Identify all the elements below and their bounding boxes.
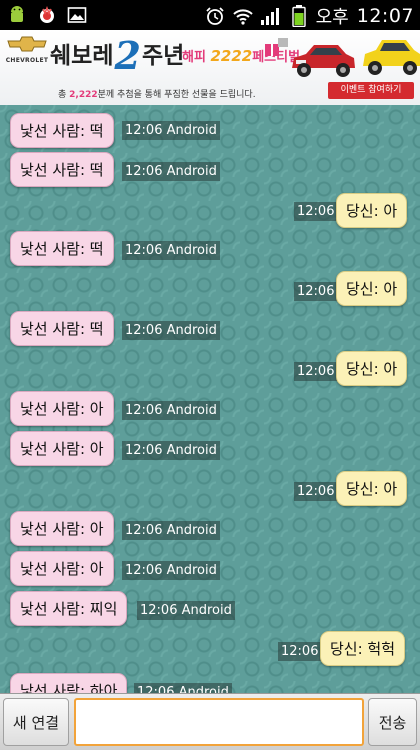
chat-message: 낯선 사람: 떡	[10, 152, 114, 187]
bowtie-icon	[7, 36, 47, 52]
incoming-bubble: 낯선 사람: 떡	[10, 311, 114, 346]
red-car-image	[292, 45, 355, 77]
app-notification-icon	[36, 4, 58, 26]
message-time: 12:06 Android	[122, 401, 220, 420]
chat-area[interactable]: 낯선 사람: 떡 12:06 Android 낯선 사람: 떡 12:06 An…	[0, 105, 420, 693]
chat-message: 낯선 사람: 하아	[10, 673, 128, 693]
message-time: 12:06 Android	[122, 561, 220, 580]
status-bar: 오후 12:07	[0, 0, 420, 30]
status-ampm: 오후	[315, 7, 349, 28]
incoming-bubble: 낯선 사람: 찌익	[10, 591, 128, 626]
ad-subtitle: 총 2,222분께 추첨을 통해 푸짐한 선물을 드립니다.	[58, 90, 256, 100]
message-time: 12:06 Android	[122, 121, 220, 140]
battery-icon	[288, 5, 310, 27]
input-bar: 새 연결 전송	[0, 693, 420, 750]
chat-message: 당신: 아	[336, 351, 408, 386]
image-icon	[66, 4, 88, 26]
chat-message: 낯선 사람: 찌익	[10, 591, 128, 626]
outgoing-bubble: 당신: 아	[336, 351, 408, 386]
chat-message: 낯선 사람: 아	[10, 511, 114, 546]
chevrolet-logo: CHEVROLET	[4, 36, 50, 64]
alarm-icon	[204, 5, 226, 27]
message-time: 12:06 Android	[134, 683, 232, 693]
incoming-bubble: 낯선 사람: 아	[10, 551, 114, 586]
ad-title-number: 2	[114, 33, 141, 78]
chat-message: 낯선 사람: 떡	[10, 113, 114, 148]
chat-message: 당신: 아	[336, 271, 408, 306]
message-time: 12:06	[278, 642, 322, 661]
outgoing-bubble: 당신: 아	[336, 271, 408, 306]
incoming-bubble: 낯선 사람: 아	[10, 431, 114, 466]
chat-message: 낯선 사람: 아	[10, 551, 114, 586]
incoming-bubble: 낯선 사람: 떡	[10, 113, 114, 148]
ad-title: 쉐보레2주년	[50, 33, 185, 78]
notification-icons	[6, 4, 88, 26]
message-time: 12:06	[294, 282, 338, 301]
message-time: 12:06	[294, 202, 338, 221]
message-time: 12:06 Android	[122, 162, 220, 181]
incoming-bubble: 낯선 사람: 아	[10, 391, 114, 426]
yellow-car-image	[363, 40, 420, 75]
message-input[interactable]	[74, 698, 364, 746]
android-debug-icon	[6, 4, 28, 26]
gift-icon	[265, 38, 288, 56]
incoming-bubble: 낯선 사람: 하아	[10, 673, 128, 693]
message-time: 12:06 Android	[122, 521, 220, 540]
chat-message: 당신: 헉헉	[320, 631, 406, 666]
incoming-bubble: 낯선 사람: 떡	[10, 152, 114, 187]
message-time: 12:06	[294, 482, 338, 501]
message-time: 12:06 Android	[137, 601, 235, 620]
message-time: 12:06 Android	[122, 321, 220, 340]
outgoing-bubble: 당신: 헉헉	[320, 631, 406, 666]
chat-message: 낯선 사람: 아	[10, 431, 114, 466]
status-time: 12:07	[356, 5, 414, 27]
ad-banner[interactable]: CHEVROLET 쉐보레2주년 해피 2222페스티벌 총 2,222분께 추…	[0, 30, 420, 105]
chat-message: 낯선 사람: 떡	[10, 311, 114, 346]
incoming-bubble: 낯선 사람: 떡	[10, 231, 114, 266]
event-join-button[interactable]: 이벤트 참여하기	[328, 82, 414, 99]
chat-message: 낯선 사람: 아	[10, 391, 114, 426]
new-connection-button[interactable]: 새 연결	[3, 698, 69, 746]
outgoing-bubble: 당신: 아	[336, 471, 408, 506]
message-time: 12:06	[294, 362, 338, 381]
outgoing-bubble: 당신: 아	[336, 193, 408, 228]
incoming-bubble: 낯선 사람: 아	[10, 511, 114, 546]
chat-message: 낯선 사람: 떡	[10, 231, 114, 266]
system-icons: 오후 12:07	[204, 3, 414, 29]
send-button[interactable]: 전송	[368, 698, 417, 746]
chat-message: 당신: 아	[336, 193, 408, 228]
message-time: 12:06 Android	[122, 241, 220, 260]
chat-message: 당신: 아	[336, 471, 408, 506]
message-time: 12:06 Android	[122, 441, 220, 460]
wifi-icon	[232, 5, 254, 27]
signal-icon	[260, 5, 282, 27]
